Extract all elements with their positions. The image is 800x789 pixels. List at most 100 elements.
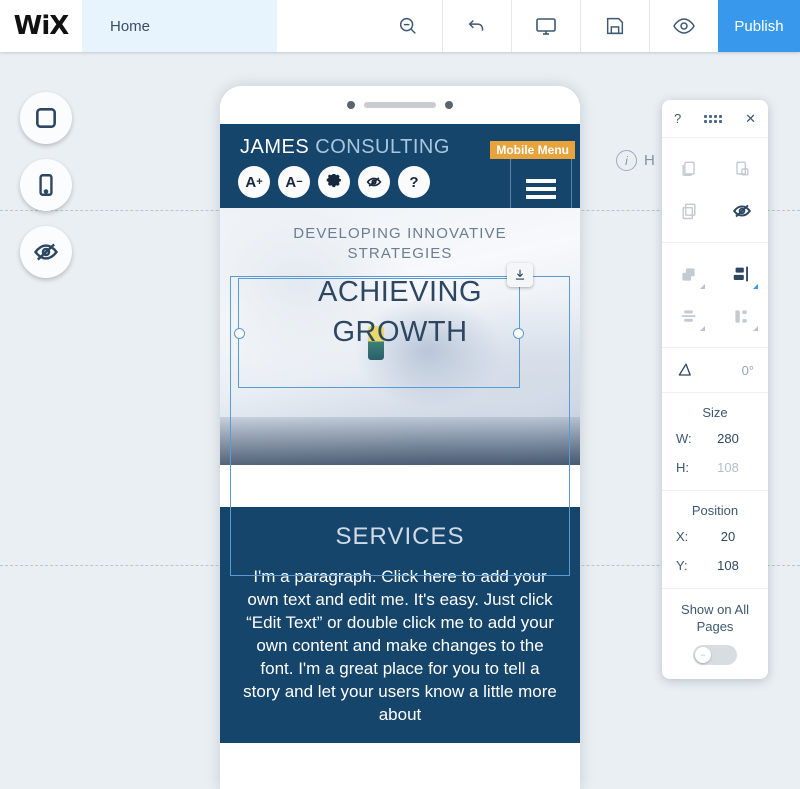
phone-speaker-grille (364, 102, 436, 108)
accessibility-toolbar: A + A − ? (238, 166, 430, 198)
position-title: Position (691, 503, 739, 518)
info-hint: i H (616, 150, 655, 171)
mobile-preview-frame: JAMES CONSULTING A + A − ? Mobile Menu D… (220, 86, 580, 789)
y-label: Y: (676, 558, 688, 573)
brand-second-word: CONSULTING (315, 136, 450, 158)
paste-icon (735, 161, 749, 176)
x-value: 20 (720, 529, 736, 544)
drag-handle-icon[interactable] (704, 114, 723, 123)
info-icon: i (616, 150, 637, 171)
hide-button[interactable] (715, 190, 768, 232)
show-on-all-pages-toggle[interactable]: − (693, 645, 737, 665)
hero-subtitle: DEVELOPING INNOVATIVE STRATEGIES (293, 225, 507, 262)
panel-help-button[interactable]: ? (674, 111, 681, 126)
wix-logo-text: WiX (13, 11, 70, 41)
duplicate-button[interactable] (662, 190, 715, 232)
rotation-value: 0° (741, 362, 754, 378)
increase-text-icon[interactable]: A + (238, 166, 270, 198)
align-icon (733, 266, 748, 282)
download-icon (515, 269, 525, 280)
x-field[interactable]: X: 20 (662, 522, 768, 551)
services-paragraph: I'm a paragraph. Click here to add your … (243, 567, 557, 724)
show-on-all-pages-label: Show on All Pages (681, 602, 749, 634)
zoom-out-button[interactable] (374, 0, 442, 52)
rounded-square-icon (36, 108, 56, 128)
desktop-view-icon (536, 18, 556, 35)
resize-handle-right[interactable] (513, 328, 524, 339)
wix-logo[interactable]: WiX (0, 0, 82, 52)
settings-gear-icon[interactable] (318, 166, 350, 198)
eye-hidden-icon[interactable] (358, 166, 390, 198)
gear-glyph (326, 173, 341, 187)
distribute-vertical-button[interactable] (662, 295, 715, 337)
show-on-all-pages-section: Show on All Pages − (662, 589, 768, 679)
zoom-out-icon (399, 17, 416, 34)
page-tab-home[interactable]: Home (82, 0, 277, 52)
text-selection-box[interactable] (234, 263, 533, 388)
phone-speaker-area (220, 86, 580, 124)
undo-button[interactable] (442, 0, 511, 52)
rotation-angle-icon (678, 363, 691, 376)
sidebar-item-hidden-tool[interactable] (20, 226, 72, 278)
panel-header: ? ✕ (662, 100, 768, 138)
site-brand: JAMES CONSULTING (240, 136, 450, 159)
mobile-menu-badge: Mobile Menu (490, 141, 575, 159)
align-button[interactable] (715, 253, 768, 295)
phone-camera-dot (347, 101, 355, 109)
desktop-view-button[interactable] (511, 0, 580, 52)
eye-off-glyph (366, 177, 382, 187)
publish-label: Publish (734, 17, 784, 35)
y-value: 108 (717, 558, 739, 573)
panel-close-button[interactable]: ✕ (745, 111, 756, 127)
site-header: JAMES CONSULTING A + A − ? Mobile Menu (220, 124, 580, 220)
duplicate-icon (681, 203, 696, 220)
info-hint-text: H (644, 152, 655, 169)
brand-first-word: JAMES (240, 136, 310, 158)
dropdown-arrow-icon (700, 326, 705, 331)
hamburger-icon (526, 175, 556, 203)
phone-camera-dot (445, 101, 453, 109)
rotation-row[interactable]: 0° (662, 348, 768, 393)
paste-button[interactable] (715, 148, 768, 190)
save-button[interactable] (580, 0, 649, 52)
height-label: H: (676, 460, 689, 475)
dropdown-arrow-icon (753, 326, 758, 331)
arrange-layers-button[interactable] (662, 253, 715, 295)
site-canvas: JAMES CONSULTING A + A − ? Mobile Menu D… (220, 124, 580, 789)
width-value: 280 (717, 431, 739, 446)
eye-hidden-icon (33, 243, 59, 261)
size-section: Size W: 280 H: 108 (662, 393, 768, 491)
arrange-layers-icon (682, 267, 695, 281)
panel-actions-section (662, 138, 768, 243)
publish-button[interactable]: Publish (718, 0, 800, 52)
dropdown-arrow-icon (753, 284, 758, 289)
preview-button[interactable] (649, 0, 718, 52)
copy-button[interactable] (662, 148, 715, 190)
sidebar-item-mobile-tool[interactable] (20, 159, 72, 211)
sidebar-item-square-tool[interactable] (20, 92, 72, 144)
distribute-horizontal-button[interactable] (715, 295, 768, 337)
hide-icon (732, 204, 751, 218)
position-section: Position X: 20 Y: 108 (662, 491, 768, 589)
distribute-horizontal-icon (735, 309, 747, 323)
element-settings-panel: ? ✕ 0° Size W: 280 H: 108 Position X: 20… (662, 100, 768, 679)
size-title: Size (702, 405, 728, 420)
x-label: X: (676, 529, 689, 544)
width-label: W: (676, 431, 692, 446)
copy-icon (681, 161, 695, 176)
distribute-vertical-icon (681, 309, 696, 322)
decrease-text-icon[interactable]: A − (278, 166, 310, 198)
panel-arrange-section (662, 243, 768, 348)
undo-icon (468, 19, 484, 31)
height-value: 108 (717, 460, 739, 475)
help-icon[interactable]: ? (398, 166, 430, 198)
mobile-phone-icon (39, 174, 53, 196)
top-toolbar: WiX Home Publish (0, 0, 800, 52)
preview-eye-icon (673, 18, 695, 34)
dropdown-arrow-icon (700, 284, 705, 289)
y-field[interactable]: Y: 108 (662, 551, 768, 580)
download-button[interactable] (507, 263, 533, 287)
width-field[interactable]: W: 280 (662, 424, 768, 453)
height-field[interactable]: H: 108 (662, 453, 768, 482)
resize-handle-left[interactable] (234, 328, 245, 339)
